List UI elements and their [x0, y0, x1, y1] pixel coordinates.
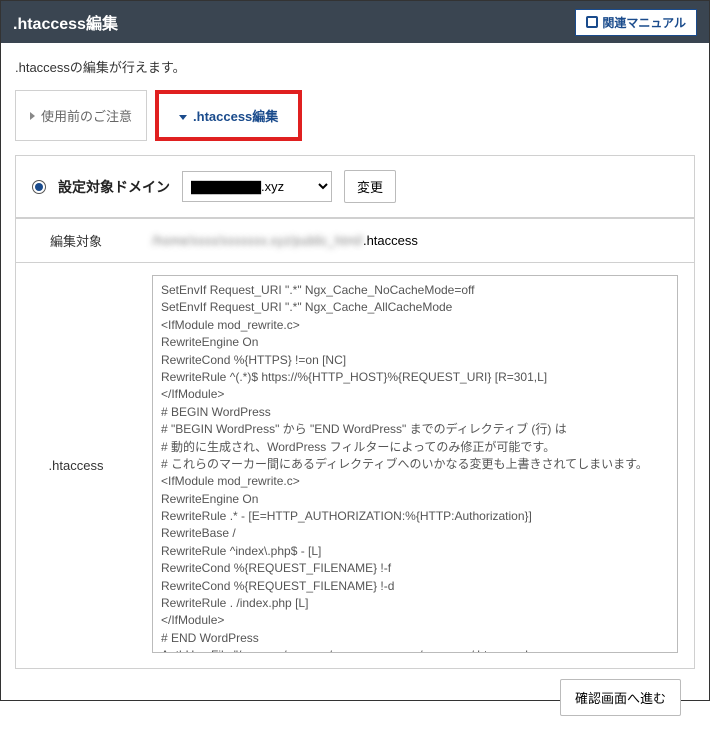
- book-icon: [586, 16, 598, 28]
- domain-radio[interactable]: [32, 180, 46, 194]
- target-path-obscured: /home/xxxx/xxxxxxx.xyz/public_html/: [152, 233, 363, 248]
- manual-button-label: 関連マニュアル: [602, 14, 686, 31]
- target-label: 編集対象: [16, 219, 136, 263]
- target-row: 編集対象 /home/xxxx/xxxxxxx.xyz/public_html/…: [16, 219, 694, 263]
- chevron-down-icon: [179, 108, 187, 123]
- domain-label: 設定対象ドメイン: [58, 177, 170, 197]
- page-title: .htaccess編集: [13, 10, 118, 34]
- page-description: .htaccessの編集が行えます。: [15, 57, 695, 76]
- tab-edit-label: .htaccess編集: [193, 106, 278, 125]
- footer-actions: 確認画面へ進む: [15, 669, 695, 726]
- editor-cell: [136, 263, 694, 669]
- target-path-cell: /home/xxxx/xxxxxxx.xyz/public_html/.htac…: [136, 219, 694, 263]
- tab-notice-label: 使用前のご注意: [41, 106, 132, 125]
- change-domain-button[interactable]: 変更: [344, 170, 396, 203]
- target-path-suffix: .htaccess: [363, 233, 418, 248]
- editor-row: .htaccess: [16, 263, 694, 669]
- domain-select[interactable]: ▇▇▇▇▇▇▇.xyz: [182, 171, 332, 202]
- page-header: .htaccess編集 関連マニュアル: [1, 1, 709, 43]
- tab-notice[interactable]: 使用前のご注意: [15, 90, 147, 141]
- editor-label: .htaccess: [16, 263, 136, 669]
- domain-row: 設定対象ドメイン ▇▇▇▇▇▇▇.xyz 変更: [16, 156, 694, 218]
- confirm-button[interactable]: 確認画面へ進む: [560, 679, 681, 716]
- radio-icon: [32, 180, 46, 194]
- edit-table: 編集対象 /home/xxxx/xxxxxxx.xyz/public_html/…: [16, 218, 694, 668]
- tab-htaccess-edit[interactable]: .htaccess編集: [155, 90, 302, 141]
- settings-panel: 設定対象ドメイン ▇▇▇▇▇▇▇.xyz 変更 編集対象 /home/xxxx/…: [15, 155, 695, 669]
- content-area: .htaccessの編集が行えます。 使用前のご注意 .htaccess編集 設…: [1, 43, 709, 740]
- htaccess-textarea[interactable]: [152, 275, 678, 653]
- chevron-right-icon: [30, 108, 35, 123]
- tab-bar: 使用前のご注意 .htaccess編集: [15, 90, 695, 141]
- related-manual-button[interactable]: 関連マニュアル: [575, 9, 697, 36]
